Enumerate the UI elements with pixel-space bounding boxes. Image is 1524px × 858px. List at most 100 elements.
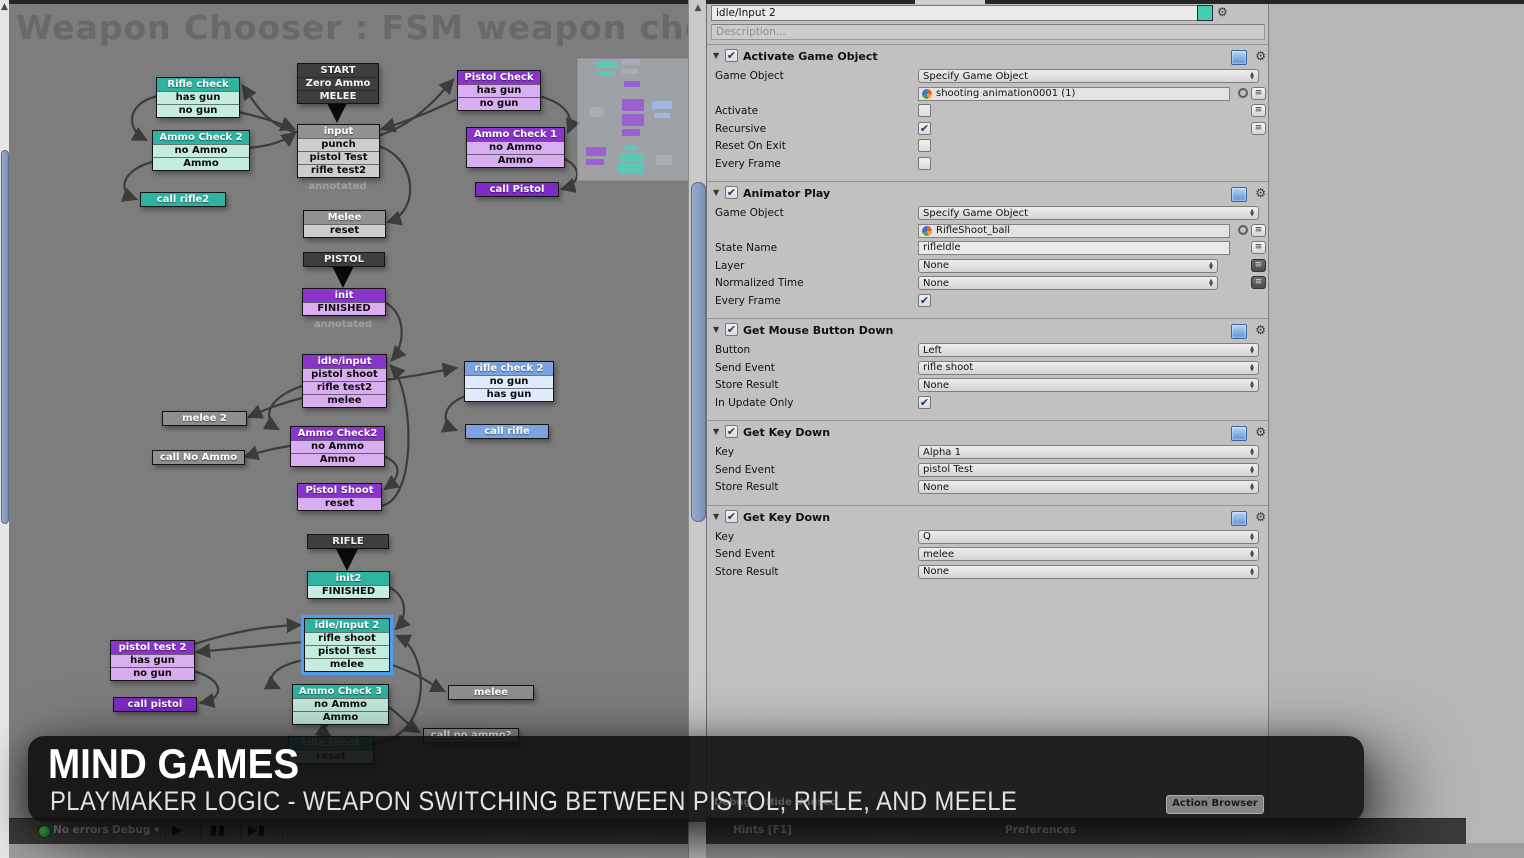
fsm-node-event[interactable]: no gun [111,667,194,680]
param-checkbox[interactable]: ✔ [918,122,931,135]
fsm-node[interactable]: inputpunchpistol Testrifle test2 [297,124,380,178]
graph-right-scrollbar[interactable]: ▲ [688,0,706,858]
action-enabled-checkbox[interactable]: ✔ [725,323,738,336]
fsm-node-event[interactable]: Ammo [293,711,388,724]
hide-unused-button[interactable]: Hide Unused [766,797,837,808]
param-dropdown[interactable]: None [918,259,1218,273]
state-color-swatch[interactable] [1197,5,1213,21]
state-name-input[interactable]: idle/Input 2 [711,5,1199,21]
fsm-node[interactable]: Ammo Check 3no AmmoAmmo [292,684,389,725]
param-checkbox[interactable] [918,104,931,117]
param-checkbox[interactable]: ✔ [918,294,931,307]
play-button[interactable]: ▶ [172,823,182,838]
param-checkbox[interactable]: ✔ [918,396,931,409]
foldout-icon[interactable]: ▼ [713,188,719,197]
param-dropdown[interactable]: Specify Game Object [918,69,1259,83]
variable-menu-button[interactable]: ≡ [1251,224,1266,237]
param-dropdown[interactable]: pistol Test [918,463,1259,477]
help-icon[interactable] [1231,426,1247,441]
fsm-node-event[interactable]: no Ammo [291,440,384,453]
fsm-node-event[interactable]: pistol shoot [303,368,386,381]
action-header[interactable]: ▼✔Get Key Down⚙ [707,425,1269,442]
fsm-graph-canvas[interactable]: Weapon Chooser : FSM weapon chooser [0,0,706,858]
param-dropdown[interactable]: rifle shoot [918,361,1259,375]
param-dropdown[interactable]: None [918,378,1259,392]
fsm-node[interactable]: PISTOL [303,252,385,267]
inspector-debug-button[interactable]: Debug [714,797,751,808]
fsm-node[interactable]: Ammo Check2no AmmoAmmo [290,426,385,467]
fsm-node[interactable]: call rifle [465,424,549,439]
foldout-icon[interactable]: ▼ [713,51,719,60]
fsm-node[interactable]: call rifle2 [140,192,226,207]
fsm-node-event[interactable]: rifle test2 [303,381,386,394]
help-icon[interactable] [1231,187,1247,202]
fsm-node[interactable]: call pistol [113,697,197,712]
fsm-node[interactable]: Meleereset [303,210,386,238]
fsm-node-event[interactable]: Ammo [467,154,564,167]
fsm-node-event[interactable]: reset [298,497,381,510]
fsm-node-event[interactable]: no Ammo [153,144,249,157]
fsm-node-event[interactable]: melee [303,394,386,407]
foldout-icon[interactable]: ▼ [713,512,719,521]
param-dropdown[interactable]: Left [918,343,1259,357]
window-top-tab[interactable] [915,0,985,4]
pause-button[interactable]: ▮▮ [210,823,226,838]
scroll-up-icon[interactable]: ▲ [0,2,9,12]
param-dropdown[interactable]: None [918,276,1218,290]
fsm-node[interactable]: idle/Input 2rifle shootpistol Testmelee [304,618,390,672]
fsm-node[interactable]: pistol test 2has gunno gun [110,640,195,681]
fsm-node-event[interactable]: FINISHED [308,585,389,598]
param-dropdown[interactable]: Specify Game Object [918,206,1259,220]
help-icon[interactable] [1231,50,1247,65]
text-field[interactable]: rifleIdle [918,241,1230,255]
param-dropdown[interactable]: None [918,565,1259,579]
fsm-node-event[interactable]: no gun [465,375,553,388]
fsm-node-event[interactable]: punch [298,138,379,151]
fsm-node-event[interactable]: no gun [458,97,540,110]
action-header[interactable]: ▼✔Activate Game Object⚙ [707,49,1269,66]
object-picker-icon[interactable] [1238,225,1248,235]
fsm-node-event[interactable]: Zero Ammo [298,77,378,90]
fsm-node-event[interactable]: Ammo [291,453,384,466]
fsm-node[interactable]: Rifle checkhas gunno gun [156,77,240,118]
graph-left-scrollbar[interactable]: ▲ [0,0,9,858]
object-field[interactable]: shooting animation0001 (1) [918,87,1230,101]
fsm-node-event[interactable]: pistol Test [298,151,379,164]
state-description-input[interactable]: Description... [711,24,1265,40]
scroll-up-icon[interactable]: ▲ [689,3,706,13]
fsm-node[interactable]: Ammo Check 1no AmmoAmmo [466,127,565,168]
action-enabled-checkbox[interactable]: ✔ [725,425,738,438]
action-header[interactable]: ▼✔Get Key Down⚙ [707,510,1269,527]
fsm-node[interactable]: melee 2 [162,411,247,426]
gear-icon[interactable]: ⚙ [1217,5,1228,19]
preferences-label[interactable]: Preferences [1005,824,1076,836]
fsm-node-event[interactable]: no gun [157,104,239,117]
param-dropdown[interactable]: Q [918,530,1259,544]
object-field[interactable]: RifleShoot_ball [918,224,1230,238]
fsm-node[interactable]: call No Ammo [152,450,245,465]
fsm-node-event[interactable]: rifle shoot [305,632,389,645]
fsm-node-event[interactable]: rifle test2 [298,164,379,177]
fsm-node-event[interactable]: has gun [465,388,553,401]
gear-icon[interactable]: ⚙ [1255,323,1266,337]
gear-icon[interactable]: ⚙ [1255,425,1266,439]
fsm-node[interactable]: idle/inputpistol shootrifle test2melee [302,354,387,408]
fsm-node[interactable]: Pistol Shootreset [297,483,382,511]
param-checkbox[interactable] [918,139,931,152]
variable-menu-button[interactable]: ≡ [1251,122,1266,135]
fsm-node[interactable]: STARTZero AmmoMELEE [297,63,379,104]
fsm-node-event[interactable]: no Ammo [467,141,564,154]
step-button[interactable]: ▶▮ [248,823,265,838]
gear-icon[interactable]: ⚙ [1255,49,1266,63]
foldout-icon[interactable]: ▼ [713,427,719,436]
param-dropdown[interactable]: melee [918,547,1259,561]
hints-label[interactable]: Hints [F1] [733,824,792,836]
fsm-node[interactable]: melee [448,685,534,700]
param-dropdown[interactable]: Alpha 1 [918,445,1259,459]
action-header[interactable]: ▼✔Animator Play⚙ [707,186,1269,203]
gear-icon[interactable]: ⚙ [1255,186,1266,200]
action-header[interactable]: ▼✔Get Mouse Button Down⚙ [707,323,1269,340]
action-browser-button[interactable]: Action Browser [1166,795,1264,814]
variable-menu-button[interactable]: ≡ [1251,104,1266,117]
action-enabled-checkbox[interactable]: ✔ [725,186,738,199]
